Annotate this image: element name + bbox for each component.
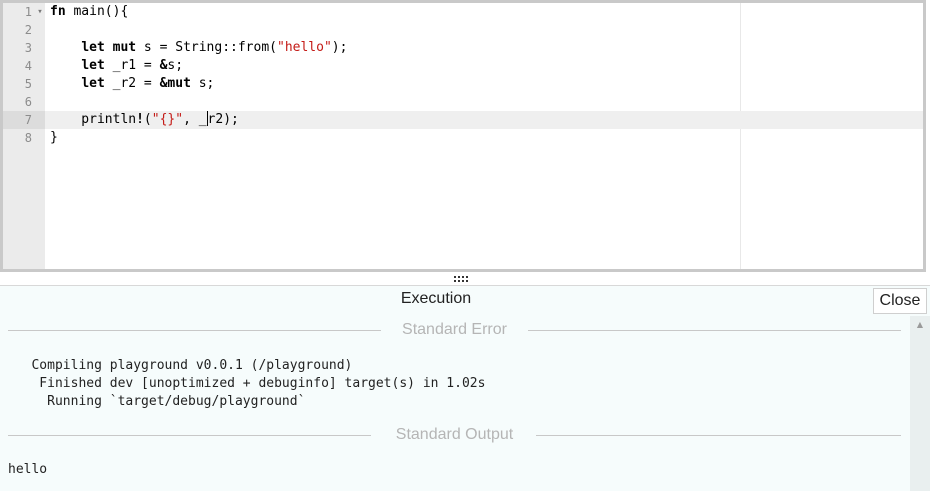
code-token: let (81, 58, 105, 73)
code-line[interactable]: 7 println!("{}", _r2); (3, 111, 923, 129)
line-number: 6 (24, 95, 32, 109)
code-token: , _ (183, 112, 207, 127)
line-number: 7 (3, 111, 45, 129)
line-number: 4 (24, 59, 32, 73)
code-token: "hello" (277, 40, 332, 55)
code-token: let (81, 76, 105, 91)
close-button[interactable]: Close (873, 288, 927, 314)
line-number: 3 (24, 41, 32, 55)
line-number: 8 (24, 131, 32, 145)
standard-output-header: Standard Output (8, 425, 901, 445)
output-title: Execution (400, 290, 472, 307)
drag-handle-icon[interactable] (454, 276, 468, 282)
code-line[interactable]: 6 (3, 93, 923, 111)
code-text[interactable]: let _r2 = &mut s; (50, 75, 214, 93)
code-token: main(){ (65, 4, 129, 19)
code-line[interactable]: 3 let mut s = String::from("hello"); (3, 39, 923, 57)
code-text[interactable]: } (50, 129, 58, 147)
code-token: r2); (207, 112, 239, 127)
code-token: println (50, 112, 137, 127)
standard-error-header: Standard Error (8, 320, 901, 340)
standard-output-text: hello (8, 462, 48, 477)
standard-error-text: Compiling playground v0.0.1 (/playground… (31, 358, 486, 409)
panel-splitter[interactable] (0, 272, 930, 286)
code-text[interactable]: println!("{}", _r2); (50, 111, 239, 129)
code-line[interactable]: 8} (3, 129, 923, 147)
code-token: s; (167, 58, 184, 73)
line-number: 5 (24, 77, 32, 91)
fold-toggle-icon[interactable]: ▾ (35, 3, 45, 21)
code-token: _r1 = (104, 58, 160, 73)
line-number: 2 (24, 23, 32, 37)
code-token: "{}" (151, 112, 184, 127)
code-token: let mut (81, 40, 137, 55)
code-line[interactable]: 2 (3, 21, 923, 39)
standard-error-label: Standard Error (402, 321, 507, 338)
code-token: s = String::from( (136, 40, 277, 55)
code-line[interactable]: 1 ▾ fn main(){ (3, 3, 923, 21)
code-line[interactable]: 4 let _r1 = &s; (3, 57, 923, 75)
standard-output-label: Standard Output (395, 426, 514, 443)
code-token: ! (136, 112, 144, 127)
code-token: &mut (159, 76, 191, 91)
code-token: ( (143, 112, 152, 127)
code-token: ); (331, 40, 348, 55)
output-panel: Execution Close Standard Error Compiling… (0, 286, 930, 491)
code-token: } (50, 130, 58, 145)
code-line[interactable]: 5 let _r2 = &mut s; (3, 75, 923, 93)
code-text[interactable]: let _r1 = &s; (50, 57, 183, 75)
code-text[interactable]: let mut s = String::from("hello"); (50, 39, 347, 57)
code-token: fn (50, 4, 66, 19)
output-scrollbar[interactable]: ▲ (910, 316, 930, 491)
code-token: s; (190, 76, 215, 91)
scroll-up-arrow-icon[interactable]: ▲ (910, 320, 930, 329)
code-token: _r2 = (104, 76, 160, 91)
code-editor[interactable]: 1 ▾ fn main(){2 3 let mut s = String::from(… (0, 0, 926, 272)
code-text[interactable]: fn main(){ (50, 3, 128, 21)
